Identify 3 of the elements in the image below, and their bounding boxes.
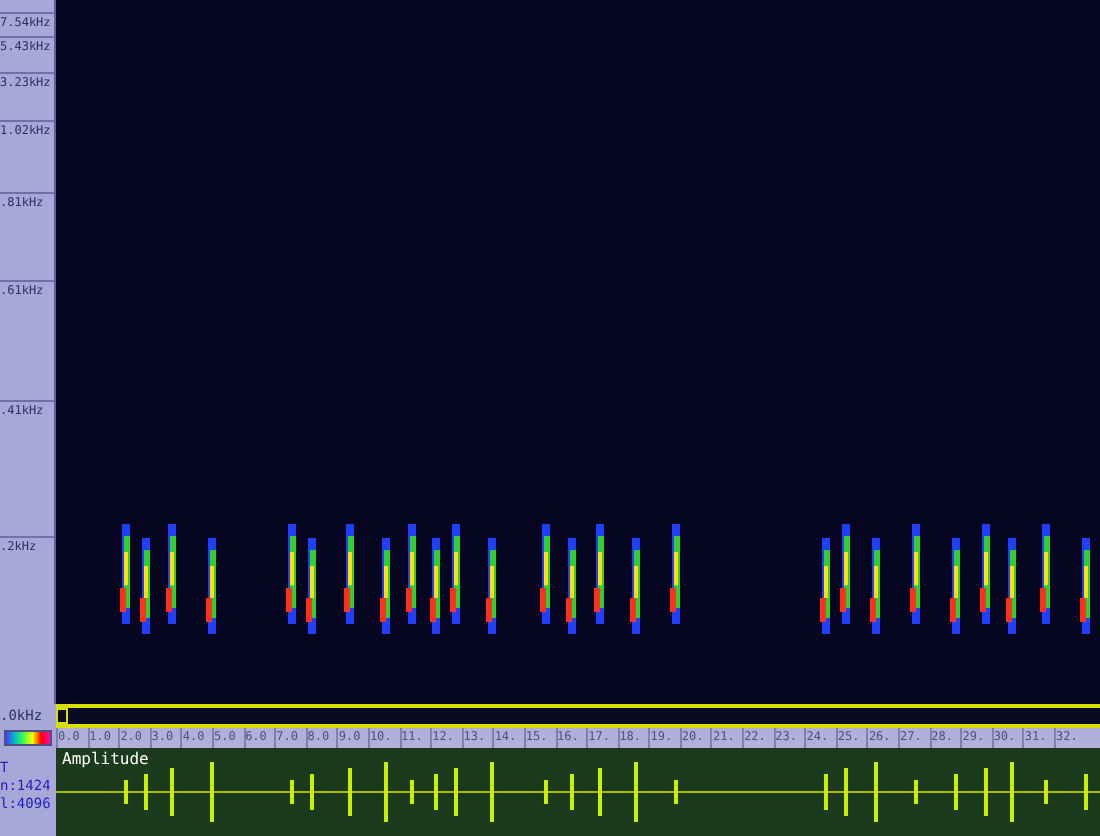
- color-scale: [4, 730, 52, 746]
- scroll-bar[interactable]: [56, 704, 1100, 728]
- amplitude-title: Amplitude: [62, 750, 149, 768]
